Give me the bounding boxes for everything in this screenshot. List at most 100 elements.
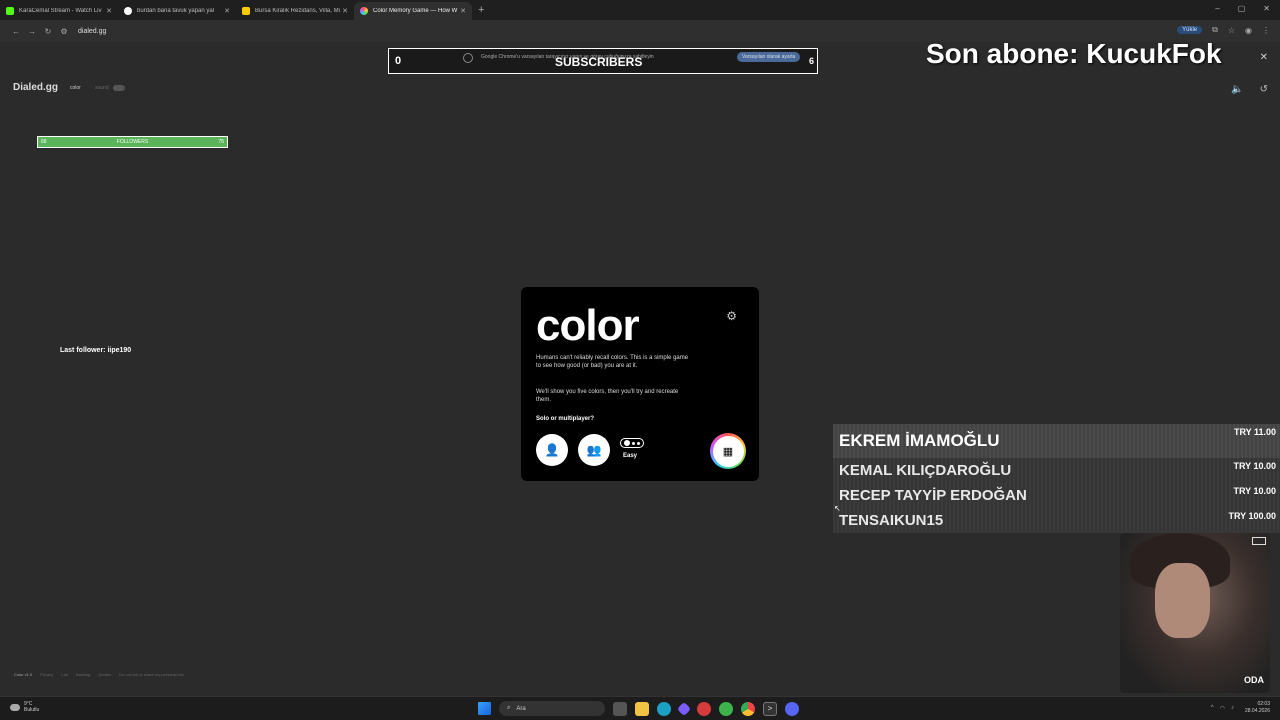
file-explorer-icon[interactable]: [635, 701, 649, 716]
site-logo[interactable]: Dialed.gg: [13, 82, 58, 93]
solo-button[interactable]: 👤: [536, 434, 568, 466]
group-icon: 👥: [586, 443, 602, 457]
terminal-icon[interactable]: >: [763, 701, 777, 716]
sound-icon[interactable]: 🔈: [1231, 84, 1243, 95]
close-tab-icon[interactable]: ✕: [224, 7, 230, 15]
mouse-cursor-icon: ↖: [834, 504, 841, 513]
new-tab-button[interactable]: +: [478, 4, 484, 16]
browser-tabbar: KaraCemal Stream - Watch Liv ✕ burdan ba…: [0, 0, 1280, 20]
task-view-icon[interactable]: [613, 701, 627, 716]
webcam-face: [1155, 563, 1210, 638]
multiplayer-button[interactable]: 👥: [578, 434, 610, 466]
page-content: Dialed.gg color sound 🔈 ↺ 0 Google Chrom…: [0, 38, 1280, 696]
discord-icon[interactable]: [785, 701, 799, 716]
difficulty-dot: [632, 441, 635, 445]
game-title: color: [536, 301, 640, 350]
browser-tab[interactable]: burdan bana tavuk yapan yal ✕: [118, 2, 236, 20]
difficulty-dot: [637, 441, 640, 445]
taskbar-clock[interactable]: 02:03 28.04.2026: [1245, 701, 1270, 715]
chrome-taskbar-icon[interactable]: [741, 701, 755, 716]
donation-row: EKREM İMAMOĞLU TRY 11.00: [833, 424, 1280, 458]
nav-sound[interactable]: sound: [95, 85, 109, 91]
settings-app-icon[interactable]: [697, 701, 711, 716]
webcam-label: ODA: [1244, 675, 1264, 685]
webcam-overlay: ODA: [1120, 533, 1270, 693]
footer-version: Color v1.0: [14, 672, 33, 677]
volume-icon[interactable]: ♪: [1231, 705, 1234, 712]
theme-toggle[interactable]: [113, 85, 125, 91]
footer-privacy-link[interactable]: Privacy: [40, 672, 53, 677]
color-wheel-icon: [360, 7, 368, 15]
bookmark-star-icon[interactable]: ☆: [1228, 26, 1235, 35]
edge-icon[interactable]: [657, 701, 671, 716]
close-tab-icon[interactable]: ✕: [342, 7, 348, 15]
wifi-icon[interactable]: ◠: [1220, 705, 1225, 712]
footer-donotsell-link[interactable]: Do not sell or share my personal info: [119, 672, 184, 677]
browser-tab[interactable]: KaraCemal Stream - Watch Liv ✕: [0, 2, 118, 20]
instructions-text: We'll show you five colors, then you'll …: [536, 389, 679, 403]
donation-row: TENSAIKUN15 TRY 100.00: [833, 508, 1280, 533]
followers-goal: 75: [218, 139, 224, 145]
footer-lab-link[interactable]: Lab: [61, 672, 68, 677]
close-tab-icon[interactable]: ✕: [460, 7, 466, 15]
menu-icon[interactable]: ⋮: [1262, 26, 1270, 35]
tray-chevron-icon[interactable]: ^: [1211, 705, 1214, 712]
app-icon[interactable]: [676, 701, 692, 716]
last-subscriber-text: Son abone: KucukFok: [926, 38, 1222, 69]
minimize-button[interactable]: –: [1215, 4, 1219, 13]
url-field[interactable]: dialed.gg: [78, 28, 106, 35]
back-icon[interactable]: ←: [8, 27, 24, 36]
donation-row: KEMAL KILIÇDAROĞLU TRY 10.00: [833, 458, 1280, 483]
weather-widget[interactable]: 9°C Bulutlu: [10, 701, 39, 713]
toolbar-right: Yükle ⧉ ☆ ◉ ⋮: [1177, 25, 1270, 35]
tab-title: KaraCemal Stream - Watch Liv: [19, 8, 102, 14]
maximize-button[interactable]: ▢: [1238, 4, 1246, 13]
difficulty-label: Easy: [623, 453, 638, 459]
difficulty-dot: [624, 440, 630, 446]
donation-amount: TRY 10.00: [1233, 461, 1276, 471]
followers-label: FOLLOWERS: [116, 139, 149, 145]
taskbar-search[interactable]: ⌕ Ara: [499, 701, 605, 716]
clock-date: 28.04.2026: [1244, 708, 1270, 714]
difficulty-slider[interactable]: [620, 438, 644, 448]
webcam-badge-icon: [1252, 537, 1266, 545]
taskbar-apps: ⌕ Ara >: [478, 701, 799, 716]
settings-gear-icon[interactable]: ⚙: [726, 309, 737, 323]
chrome-icon: [463, 53, 473, 63]
search-icon: ⌕: [507, 705, 511, 711]
donor-name: EKREM İMAMOĞLU: [839, 431, 1000, 450]
clock-time: 02:03: [1257, 701, 1270, 707]
update-button[interactable]: Yükle: [1177, 26, 1203, 34]
xbox-icon[interactable]: [719, 701, 733, 716]
google-icon: [124, 7, 132, 15]
profile-icon[interactable]: ◉: [1245, 26, 1252, 35]
extensions-icon[interactable]: ⧉: [1212, 25, 1218, 35]
subscriber-goal: 6: [808, 56, 814, 66]
site-info-icon[interactable]: ⚙: [56, 27, 72, 36]
set-default-button[interactable]: Varsayılan olarak ayarla: [737, 52, 801, 62]
donor-name: RECEP TAYYİP ERDOĞAN: [839, 487, 1027, 504]
sahibinden-icon: [242, 7, 250, 15]
forward-icon[interactable]: →: [24, 27, 40, 36]
daily-challenge-button[interactable]: ▦: [710, 433, 746, 469]
history-icon[interactable]: ↺: [1260, 84, 1268, 95]
donation-amount: TRY 11.00: [1233, 427, 1276, 437]
donation-amount: TRY 100.00: [1228, 511, 1276, 521]
footer-backlog-link[interactable]: Backlog: [76, 672, 90, 677]
browser-tab-active[interactable]: Color Memory Game — How W ✕: [354, 2, 472, 20]
browser-tab[interactable]: Bursa Kiralık Rezidans, Villa, Mi ✕: [236, 2, 354, 20]
calendar-icon: ▦: [712, 435, 744, 467]
tab-title: burdan bana tavuk yapan yal: [137, 8, 215, 14]
nav-color[interactable]: color: [70, 85, 81, 91]
reload-icon[interactable]: ↻: [40, 27, 56, 36]
footer-quotes-link[interactable]: Quotes: [98, 672, 111, 677]
windows-start-icon[interactable]: [478, 702, 491, 715]
last-follower-text: Last follower: iipe190: [60, 347, 132, 354]
close-icon[interactable]: ✕: [1260, 52, 1268, 63]
close-tab-icon[interactable]: ✕: [106, 7, 112, 15]
close-window-button[interactable]: ✕: [1263, 4, 1270, 13]
cloud-icon: [10, 703, 20, 711]
kick-icon: [6, 7, 14, 15]
windows-taskbar: 9°C Bulutlu ⌕ Ara > ^ ◠ ♪ 02:03 28.04.20…: [0, 696, 1280, 720]
tab-title: Color Memory Game — How W: [373, 8, 458, 14]
